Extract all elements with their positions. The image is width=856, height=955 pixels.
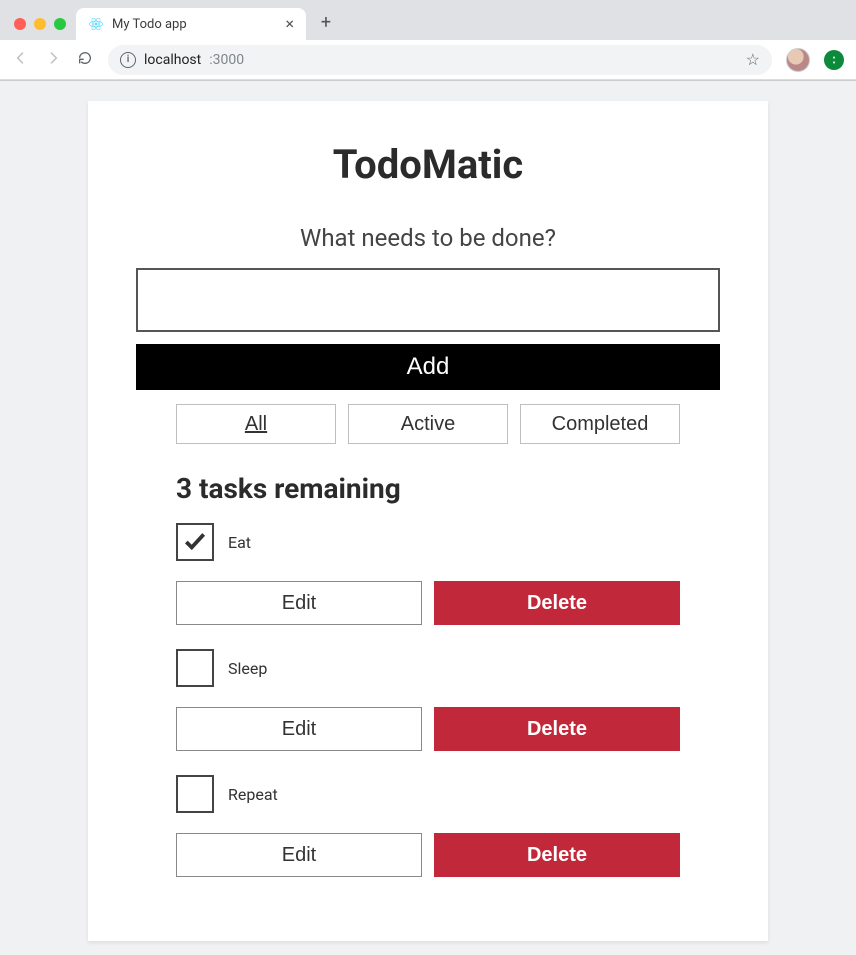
new-todo-input[interactable] [136,268,720,332]
task-actions: Edit Delete [176,833,680,877]
window-close-icon[interactable] [14,18,26,30]
extension-icon[interactable] [824,50,844,70]
delete-button[interactable]: Delete [434,833,680,877]
address-bar[interactable]: i localhost :3000 ☆ [108,45,772,75]
page-viewport: TodoMatic What needs to be done? Add All… [0,81,856,955]
new-tab-button[interactable]: + [316,12,336,32]
browser-tab[interactable]: My Todo app × [76,8,306,40]
tab-close-icon[interactable]: × [285,16,294,32]
edit-button[interactable]: Edit [176,581,422,625]
window-controls [10,18,76,40]
task-row: Repeat [176,775,680,813]
tab-strip: My Todo app × + [0,0,856,40]
page-title: TodoMatic [136,141,720,188]
edit-button[interactable]: Edit [176,707,422,751]
task-item: Repeat Edit Delete [176,775,680,877]
checkmark-icon [182,529,208,555]
url-host: localhost [144,52,201,68]
task-checkbox[interactable] [176,523,214,561]
task-label: Repeat [228,785,278,804]
filter-completed-button[interactable]: Completed [520,404,680,444]
task-item: Sleep Edit Delete [176,649,680,751]
task-label: Sleep [228,659,267,678]
delete-button[interactable]: Delete [434,707,680,751]
task-actions: Edit Delete [176,581,680,625]
filter-bar: All Active Completed [176,404,680,444]
tasks-remaining-heading: 3 tasks remaining [176,472,680,505]
site-info-icon[interactable]: i [120,52,136,68]
tab-title: My Todo app [112,17,187,32]
filter-all-button[interactable]: All [176,404,336,444]
profile-avatar[interactable] [786,48,810,72]
add-button[interactable]: Add [136,344,720,390]
back-icon[interactable] [12,50,30,70]
filter-active-button[interactable]: Active [348,404,508,444]
task-item: Eat Edit Delete [176,523,680,625]
browser-chrome: My Todo app × + i localhost :3000 ☆ [0,0,856,81]
reload-icon[interactable] [76,50,94,70]
new-todo-prompt: What needs to be done? [136,224,720,252]
delete-button[interactable]: Delete [434,581,680,625]
task-actions: Edit Delete [176,707,680,751]
bookmark-star-icon[interactable]: ☆ [746,50,760,69]
window-maximize-icon[interactable] [54,18,66,30]
task-label: Eat [228,533,251,552]
tasks-section: 3 tasks remaining Eat Edit Delete [176,472,680,877]
window-minimize-icon[interactable] [34,18,46,30]
edit-button[interactable]: Edit [176,833,422,877]
todo-app: TodoMatic What needs to be done? Add All… [88,101,768,941]
task-row: Eat [176,523,680,561]
react-favicon-icon [88,16,104,32]
browser-toolbar: i localhost :3000 ☆ [0,40,856,80]
task-row: Sleep [176,649,680,687]
task-checkbox[interactable] [176,649,214,687]
forward-icon[interactable] [44,50,62,70]
url-port: :3000 [209,52,244,68]
task-checkbox[interactable] [176,775,214,813]
